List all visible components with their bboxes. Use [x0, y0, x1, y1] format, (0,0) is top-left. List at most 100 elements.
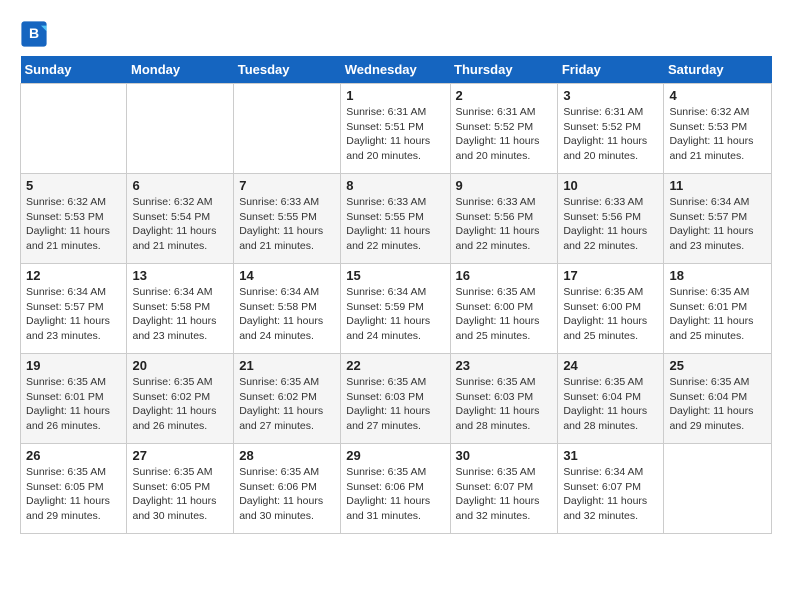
day-number: 26: [26, 448, 121, 463]
day-info: Sunrise: 6:33 AM Sunset: 5:55 PM Dayligh…: [346, 195, 444, 254]
day-number: 3: [563, 88, 658, 103]
day-number: 7: [239, 178, 335, 193]
day-info: Sunrise: 6:34 AM Sunset: 5:58 PM Dayligh…: [239, 285, 335, 344]
day-number: 4: [669, 88, 766, 103]
day-number: 30: [456, 448, 553, 463]
day-number: 24: [563, 358, 658, 373]
day-number: 15: [346, 268, 444, 283]
day-cell: 16Sunrise: 6:35 AM Sunset: 6:00 PM Dayli…: [450, 264, 558, 354]
day-info: Sunrise: 6:35 AM Sunset: 6:06 PM Dayligh…: [239, 465, 335, 524]
day-cell: 10 Sunrise: 6:33 AM Sunset: 5:56 PM Dayli…: [558, 174, 664, 264]
day-info: Sunrise: 6:31 AM Sunset: 5:52 PM Dayligh…: [563, 105, 658, 164]
day-info: Sunrise: 6:35 AM Sunset: 6:03 PM Dayligh…: [456, 375, 553, 434]
header: B: [20, 20, 772, 48]
day-cell: 1 Sunrise: 6:31 AM Sunset: 5:51 PM Daylig…: [341, 84, 450, 174]
day-cell: 14Sunrise: 6:34 AM Sunset: 5:58 PM Dayli…: [234, 264, 341, 354]
day-number: 6: [132, 178, 228, 193]
day-info: Sunrise: 6:33 AM Sunset: 5:55 PM Dayligh…: [239, 195, 335, 254]
day-info: Sunrise: 6:35 AM Sunset: 6:02 PM Dayligh…: [239, 375, 335, 434]
day-number: 18: [669, 268, 766, 283]
day-cell: 20 Sunrise: 6:35 AM Sunset: 6:02 PM Dayli…: [127, 354, 234, 444]
day-info: Sunrise: 6:35 AM Sunset: 6:04 PM Dayligh…: [563, 375, 658, 434]
day-info: Sunrise: 6:35 AM Sunset: 6:05 PM Dayligh…: [26, 465, 121, 524]
day-cell: 25Sunrise: 6:35 AM Sunset: 6:04 PM Dayli…: [664, 354, 772, 444]
day-number: 5: [26, 178, 121, 193]
day-number: 23: [456, 358, 553, 373]
day-info: Sunrise: 6:32 AM Sunset: 5:53 PM Dayligh…: [669, 105, 766, 164]
day-cell: 22 Sunrise: 6:35 AM Sunset: 6:03 PM Dayli…: [341, 354, 450, 444]
header-cell-sunday: Sunday: [21, 56, 127, 84]
header-cell-saturday: Saturday: [664, 56, 772, 84]
day-cell: 24 Sunrise: 6:35 AM Sunset: 6:04 PM Dayli…: [558, 354, 664, 444]
logo-icon: B: [20, 20, 48, 48]
day-cell: 4 Sunrise: 6:32 AM Sunset: 5:53 PM Daylig…: [664, 84, 772, 174]
day-info: Sunrise: 6:32 AM Sunset: 5:54 PM Dayligh…: [132, 195, 228, 254]
day-info: Sunrise: 6:35 AM Sunset: 6:05 PM Dayligh…: [132, 465, 228, 524]
day-cell: 30 Sunrise: 6:35 AM Sunset: 6:07 PM Dayli…: [450, 444, 558, 534]
day-number: 1: [346, 88, 444, 103]
week-row-1: 5 Sunrise: 6:32 AM Sunset: 5:53 PM Daylig…: [21, 174, 772, 264]
day-cell: 31 Sunrise: 6:34 AM Sunset: 6:07 PM Dayli…: [558, 444, 664, 534]
day-number: 10: [563, 178, 658, 193]
day-number: 28: [239, 448, 335, 463]
day-cell: [234, 84, 341, 174]
day-number: 20: [132, 358, 228, 373]
header-row: SundayMondayTuesdayWednesdayThursdayFrid…: [21, 56, 772, 84]
header-cell-monday: Monday: [127, 56, 234, 84]
day-number: 8: [346, 178, 444, 193]
day-cell: 7 Sunrise: 6:33 AM Sunset: 5:55 PM Daylig…: [234, 174, 341, 264]
day-cell: 26 Sunrise: 6:35 AM Sunset: 6:05 PM Dayli…: [21, 444, 127, 534]
day-info: Sunrise: 6:35 AM Sunset: 6:00 PM Dayligh…: [563, 285, 658, 344]
day-info: Sunrise: 6:33 AM Sunset: 5:56 PM Dayligh…: [563, 195, 658, 254]
day-number: 16: [456, 268, 553, 283]
day-number: 13: [132, 268, 228, 283]
header-cell-thursday: Thursday: [450, 56, 558, 84]
day-info: Sunrise: 6:35 AM Sunset: 6:04 PM Dayligh…: [669, 375, 766, 434]
day-cell: 12Sunrise: 6:34 AM Sunset: 5:57 PM Dayli…: [21, 264, 127, 354]
day-number: 11: [669, 178, 766, 193]
day-info: Sunrise: 6:34 AM Sunset: 6:07 PM Dayligh…: [563, 465, 658, 524]
day-number: 29: [346, 448, 444, 463]
header-cell-tuesday: Tuesday: [234, 56, 341, 84]
day-info: Sunrise: 6:35 AM Sunset: 6:02 PM Dayligh…: [132, 375, 228, 434]
logo: B: [20, 20, 52, 48]
day-cell: [21, 84, 127, 174]
day-cell: 23 Sunrise: 6:35 AM Sunset: 6:03 PM Dayli…: [450, 354, 558, 444]
day-cell: 18 Sunrise: 6:35 AM Sunset: 6:01 PM Dayli…: [664, 264, 772, 354]
week-row-0: 1 Sunrise: 6:31 AM Sunset: 5:51 PM Daylig…: [21, 84, 772, 174]
day-cell: 6 Sunrise: 6:32 AM Sunset: 5:54 PM Daylig…: [127, 174, 234, 264]
day-cell: 28 Sunrise: 6:35 AM Sunset: 6:06 PM Dayli…: [234, 444, 341, 534]
day-info: Sunrise: 6:35 AM Sunset: 6:07 PM Dayligh…: [456, 465, 553, 524]
day-info: Sunrise: 6:35 AM Sunset: 6:03 PM Dayligh…: [346, 375, 444, 434]
day-number: 17: [563, 268, 658, 283]
day-cell: [127, 84, 234, 174]
day-cell: 3 Sunrise: 6:31 AM Sunset: 5:52 PM Daylig…: [558, 84, 664, 174]
day-info: Sunrise: 6:32 AM Sunset: 5:53 PM Dayligh…: [26, 195, 121, 254]
day-number: 22: [346, 358, 444, 373]
day-cell: 2Sunrise: 6:31 AM Sunset: 5:52 PM Daylig…: [450, 84, 558, 174]
week-row-4: 26 Sunrise: 6:35 AM Sunset: 6:05 PM Dayli…: [21, 444, 772, 534]
day-cell: 29 Sunrise: 6:35 AM Sunset: 6:06 PM Dayli…: [341, 444, 450, 534]
day-cell: 9 Sunrise: 6:33 AM Sunset: 5:56 PM Daylig…: [450, 174, 558, 264]
svg-text:B: B: [29, 25, 39, 41]
day-info: Sunrise: 6:31 AM Sunset: 5:51 PM Dayligh…: [346, 105, 444, 164]
day-info: Sunrise: 6:33 AM Sunset: 5:56 PM Dayligh…: [456, 195, 553, 254]
day-cell: 13 Sunrise: 6:34 AM Sunset: 5:58 PM Dayli…: [127, 264, 234, 354]
day-number: 21: [239, 358, 335, 373]
day-number: 9: [456, 178, 553, 193]
day-number: 31: [563, 448, 658, 463]
day-cell: 8 Sunrise: 6:33 AM Sunset: 5:55 PM Daylig…: [341, 174, 450, 264]
calendar-table: SundayMondayTuesdayWednesdayThursdayFrid…: [20, 56, 772, 534]
day-number: 2: [456, 88, 553, 103]
day-cell: 17 Sunrise: 6:35 AM Sunset: 6:00 PM Dayli…: [558, 264, 664, 354]
day-cell: 27Sunrise: 6:35 AM Sunset: 6:05 PM Dayli…: [127, 444, 234, 534]
week-row-3: 19Sunrise: 6:35 AM Sunset: 6:01 PM Dayli…: [21, 354, 772, 444]
day-info: Sunrise: 6:35 AM Sunset: 6:01 PM Dayligh…: [669, 285, 766, 344]
day-number: 12: [26, 268, 121, 283]
day-info: Sunrise: 6:34 AM Sunset: 5:58 PM Dayligh…: [132, 285, 228, 344]
day-cell: 15 Sunrise: 6:34 AM Sunset: 5:59 PM Dayli…: [341, 264, 450, 354]
day-info: Sunrise: 6:35 AM Sunset: 6:06 PM Dayligh…: [346, 465, 444, 524]
day-info: Sunrise: 6:34 AM Sunset: 5:59 PM Dayligh…: [346, 285, 444, 344]
header-cell-friday: Friday: [558, 56, 664, 84]
day-cell: 11Sunrise: 6:34 AM Sunset: 5:57 PM Dayli…: [664, 174, 772, 264]
